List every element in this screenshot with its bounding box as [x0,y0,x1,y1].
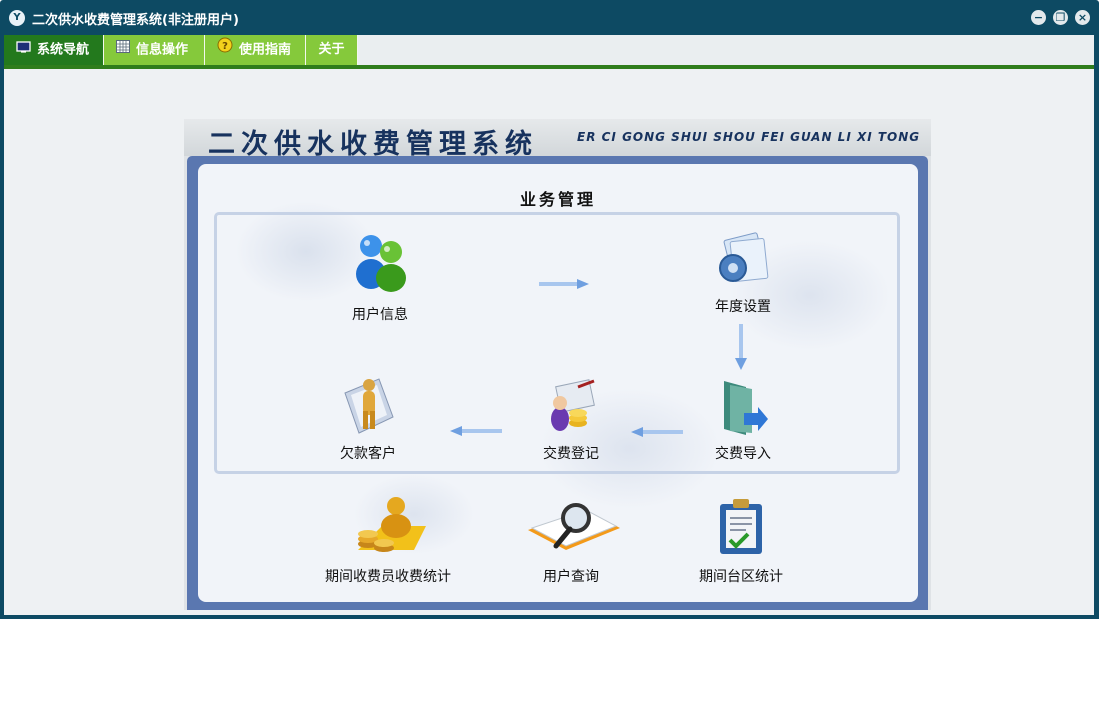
user-info-button[interactable]: 用户信息 [335,230,425,326]
annual-settings-button[interactable]: 年度设置 [698,230,788,318]
panel-inner: 业务管理 用户信息 年度设置 交费导入 交费登记 欠款客户 期间收费员收费统计 … [198,164,918,602]
close-icon[interactable]: × [1075,10,1090,25]
fee-register-icon [551,379,595,431]
title-bar[interactable]: Y 二次供水收费管理系统(非注册用户) − ❐ × [0,0,1099,35]
flow-arrow-left-2 [450,426,502,436]
restore-icon[interactable]: ❐ [1053,10,1068,25]
monitor-icon [16,35,31,65]
menu-bar: 系统导航 信息操作 ? 使用指南 关于 [4,35,1094,65]
navigation-panel: 二次供水收费管理系统 ER CI GONG SHUI SHOU FEI GUAN… [184,119,931,610]
user-info-label: 用户信息 [352,307,408,323]
panel-frame: 业务管理 用户信息 年度设置 交费导入 交费登记 欠款客户 期间收费员收费统计 … [187,156,928,610]
payment-register-label: 交费登记 [543,446,599,462]
tab-label: 关于 [318,42,345,57]
debtor-customers-button[interactable]: 欠款客户 [323,377,413,465]
minimize-icon[interactable]: − [1031,10,1046,25]
annual-settings-label: 年度设置 [715,299,771,315]
user-query-button[interactable]: 用户查询 [516,496,626,585]
users-icon [356,235,406,292]
debtor-icon [344,378,394,434]
tab-about[interactable]: 关于 [306,35,358,65]
help-icon: ? [217,35,233,65]
payment-register-button[interactable]: 交费登记 [526,377,616,465]
clipboard-stats-icon [720,499,762,554]
search-icon [528,503,620,550]
app-logo-icon: Y [9,10,25,26]
settings-folder-icon [719,232,769,282]
window-title: 二次供水收费管理系统(非注册用户) [32,13,239,28]
tab-label: 系统导航 [37,42,90,58]
payment-import-button[interactable]: 交费导入 [698,377,788,465]
collector-stats-icon [358,497,426,552]
tab-info-operation[interactable]: 信息操作 [104,35,205,65]
flow-arrow-down [735,324,747,370]
collector-stats-label: 期间收费员收费统计 [325,569,451,585]
payment-import-label: 交费导入 [715,446,771,462]
area-stats-button[interactable]: 期间台区统计 [686,496,796,585]
tab-label: 信息操作 [136,42,189,58]
flow-arrow-right [539,279,589,289]
svg-text:?: ? [222,41,228,52]
debtor-customers-label: 欠款客户 [340,446,396,462]
collector-stats-button[interactable]: 期间收费员收费统计 [308,496,468,585]
grid-icon [116,35,130,65]
import-folder-icon [724,381,768,435]
area-stats-label: 期间台区统计 [699,569,783,585]
tab-user-guide[interactable]: ? 使用指南 [205,35,306,65]
system-banner: 二次供水收费管理系统 ER CI GONG SHUI SHOU FEI GUAN… [184,119,931,160]
user-query-label: 用户查询 [543,569,599,585]
section-title: 业务管理 [519,190,596,209]
tab-label: 使用指南 [239,42,292,58]
banner-title-en: ER CI GONG SHUI SHOU FEI GUAN LI XI TONG [577,130,921,144]
flow-arrow-left [631,427,683,437]
tab-system-navigation[interactable]: 系统导航 [4,35,104,65]
